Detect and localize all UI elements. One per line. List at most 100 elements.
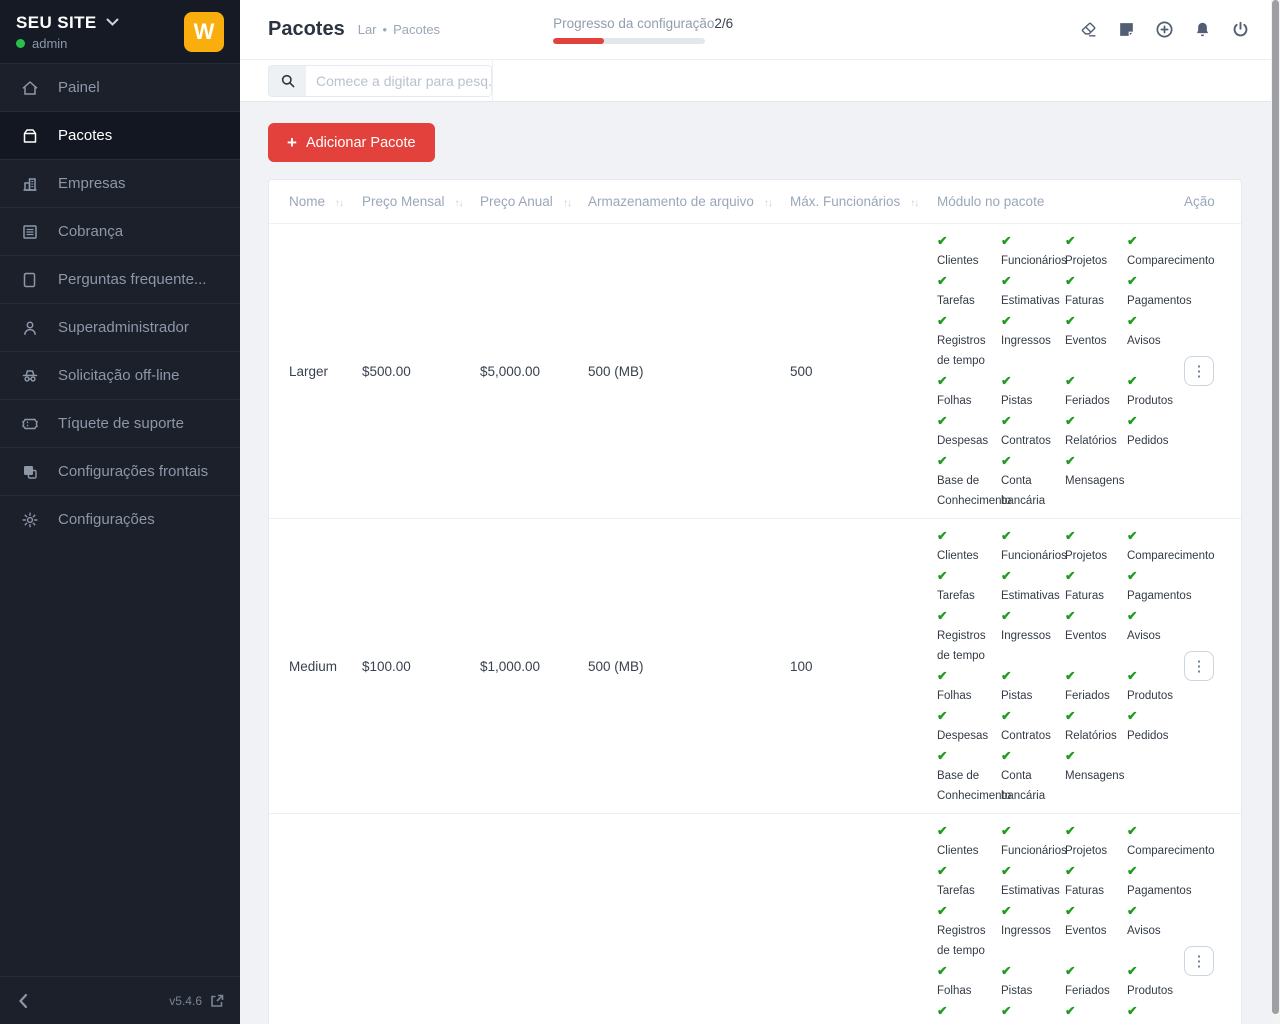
sidebar-menu: Painel Pacotes Empresas Cobrança Pergunt… [0, 63, 240, 976]
row-actions-button[interactable]: ⋮ [1184, 651, 1214, 681]
module-label: Funcionários [1001, 251, 1065, 271]
file-icon [20, 270, 40, 290]
module-label: Feriados [1065, 981, 1127, 1001]
power-icon[interactable] [1231, 20, 1250, 39]
add-package-button[interactable]: + Adicionar Pacote [268, 123, 435, 162]
kebab-menu-icon: ⋮ [1192, 954, 1207, 969]
module-label: Faturas [1065, 586, 1127, 606]
table-header-row: Nome↑↓ Preço Mensal↑↓ Preço Anual↑↓ Arma… [269, 180, 1241, 224]
sidebar-item-configuracoes[interactable]: Configurações [0, 495, 240, 543]
row-actions-button[interactable]: ⋮ [1184, 356, 1214, 386]
setup-progress[interactable]: Progresso da configuração2/6 [553, 16, 733, 44]
column-header-armazenamento[interactable]: Armazenamento de arquivo↑↓ [588, 180, 790, 224]
module-item: ✔ Avisos [1127, 901, 1184, 961]
check-icon: ✔ [1001, 821, 1065, 841]
check-icon: ✔ [1065, 271, 1127, 291]
column-header-preco-mensal[interactable]: Preço Mensal↑↓ [362, 180, 480, 224]
check-icon: ✔ [1001, 311, 1065, 331]
sidebar-item-tiquete-suporte[interactable]: Tíquete de suporte [0, 399, 240, 447]
module-label: Eventos [1065, 331, 1127, 351]
check-icon: ✔ [937, 961, 1001, 981]
module-item: ✔ Funcionários [1001, 526, 1065, 566]
sort-icon[interactable]: ↑↓ [563, 198, 571, 209]
module-label: Tarefas [937, 291, 1001, 311]
progress-bar-fill [553, 38, 604, 44]
check-icon: ✔ [937, 271, 1001, 291]
module-label: Pagamentos [1127, 881, 1184, 901]
check-icon: ✔ [1127, 1001, 1184, 1021]
scrollbar-thumb[interactable] [1272, 0, 1279, 1014]
module-label: Pedidos [1127, 431, 1184, 451]
collapse-sidebar-icon[interactable] [18, 993, 28, 1009]
sidebar-item-painel[interactable]: Painel [0, 63, 240, 111]
page-scrollbar[interactable] [1271, 0, 1280, 1024]
module-item: ✔ Mensagens [1065, 451, 1127, 511]
package-max-employees: 100 [790, 519, 937, 814]
check-icon: ✔ [1001, 746, 1065, 766]
sidebar-item-empresas[interactable]: Empresas [0, 159, 240, 207]
eraser-icon[interactable] [1079, 20, 1098, 39]
module-item: ✔ Comparecimento [1127, 821, 1184, 861]
check-icon: ✔ [1127, 606, 1184, 626]
app-logo[interactable]: W [184, 12, 224, 52]
sidebar-item-configuracoes-frontais[interactable]: Configurações frontais [0, 447, 240, 495]
sidebar-item-cobranca[interactable]: Cobrança [0, 207, 240, 255]
module-item: ✔ Pedidos [1127, 411, 1184, 451]
check-icon: ✔ [937, 821, 1001, 841]
module-label: Avisos [1127, 921, 1184, 941]
check-icon: ✔ [1001, 526, 1065, 546]
module-item: ✔ Feriados [1065, 961, 1127, 1001]
search-icon[interactable] [269, 66, 306, 96]
search-input[interactable] [306, 66, 492, 96]
sidebar-item-label: Cobrança [58, 223, 123, 240]
sidebar-item-solicitacao-offline[interactable]: Solicitação off-line [0, 351, 240, 399]
module-label: Funcionários [1001, 546, 1065, 566]
module-label: Relatórios [1065, 726, 1127, 746]
sidebar-item-superadministrador[interactable]: Superadministrador [0, 303, 240, 351]
module-label: Pistas [1001, 391, 1065, 411]
bell-icon[interactable] [1193, 20, 1212, 39]
packages-table: Nome↑↓ Preço Mensal↑↓ Preço Anual↑↓ Arma… [269, 180, 1241, 1024]
module-item: ✔ Comparecimento [1127, 231, 1184, 271]
sidebar-item-perguntas-frequentes[interactable]: Perguntas frequente... [0, 255, 240, 303]
module-label: Funcionários [1001, 841, 1065, 861]
sort-icon[interactable]: ↑↓ [335, 198, 343, 209]
sidebar-footer: v5.4.6 [0, 976, 240, 1024]
module-label: Eventos [1065, 626, 1127, 646]
module-item: ✔ Produtos [1127, 666, 1184, 706]
column-header-nome[interactable]: Nome↑↓ [269, 180, 362, 224]
check-icon: ✔ [1127, 706, 1184, 726]
check-icon: ✔ [937, 746, 1001, 766]
module-label: Pagamentos [1127, 586, 1184, 606]
module-item: ✔ Relatórios [1065, 1001, 1127, 1024]
module-item: ✔ Relatórios [1065, 411, 1127, 451]
module-item: ✔ Faturas [1065, 861, 1127, 901]
check-icon: ✔ [1065, 901, 1127, 921]
module-item: ✔ Estimativas [1001, 861, 1065, 901]
module-item: ✔ Pistas [1001, 961, 1065, 1001]
module-label: Tarefas [937, 586, 1001, 606]
sort-icon[interactable]: ↑↓ [910, 198, 918, 209]
topbar: Pacotes Lar • Pacotes Progresso da confi… [240, 0, 1280, 60]
package-storage: 500 (MB) [588, 519, 790, 814]
breadcrumb-home[interactable]: Lar [358, 22, 377, 37]
column-header-max-funcionarios[interactable]: Máx. Funcionários↑↓ [790, 180, 937, 224]
package-name: Medium [269, 519, 362, 814]
sort-icon[interactable]: ↑↓ [764, 198, 772, 209]
module-label: Relatórios [1065, 431, 1127, 451]
sort-icon[interactable]: ↑↓ [455, 198, 463, 209]
sidebar-item-pacotes[interactable]: Pacotes [0, 111, 240, 159]
note-icon[interactable] [1117, 20, 1136, 39]
external-link-icon[interactable] [210, 994, 224, 1008]
plus-circle-icon[interactable] [1155, 20, 1174, 39]
row-actions-button[interactable]: ⋮ [1184, 946, 1214, 976]
module-item: ✔ Estimativas [1001, 271, 1065, 311]
plus-icon: + [287, 134, 297, 151]
site-switcher[interactable]: SEU SITE admin [16, 13, 119, 51]
check-icon: ✔ [1065, 666, 1127, 686]
sidebar-item-label: Configurações [58, 511, 155, 528]
column-header-preco-anual[interactable]: Preço Anual↑↓ [480, 180, 588, 224]
sidebar-item-label: Perguntas frequente... [58, 271, 206, 288]
check-icon: ✔ [1001, 706, 1065, 726]
module-label: Despesas [937, 726, 1001, 746]
